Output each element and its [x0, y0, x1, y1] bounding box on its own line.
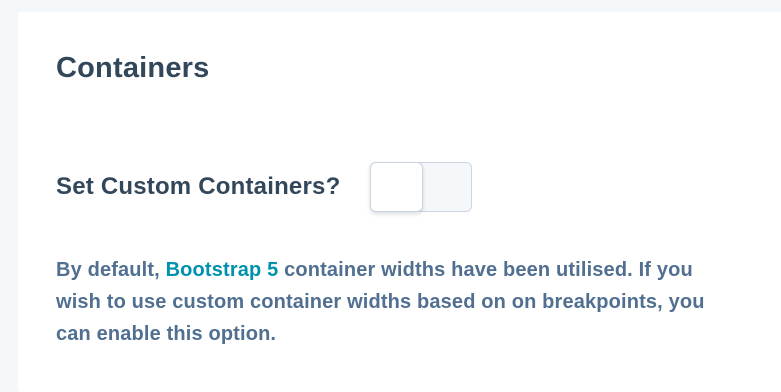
toggle-knob[interactable]	[370, 162, 424, 212]
custom-containers-field: Set Custom Containers?	[56, 162, 473, 212]
bootstrap-link[interactable]: Bootstrap 5	[166, 259, 279, 281]
custom-containers-toggle[interactable]	[370, 162, 473, 212]
settings-panel: Containers Set Custom Containers? By def…	[18, 12, 781, 392]
help-text: By default, Bootstrap 5 container widths…	[56, 254, 736, 350]
help-text-before-link: By default,	[56, 259, 166, 281]
section-title: Containers	[56, 52, 210, 84]
custom-containers-label: Set Custom Containers?	[56, 173, 341, 200]
